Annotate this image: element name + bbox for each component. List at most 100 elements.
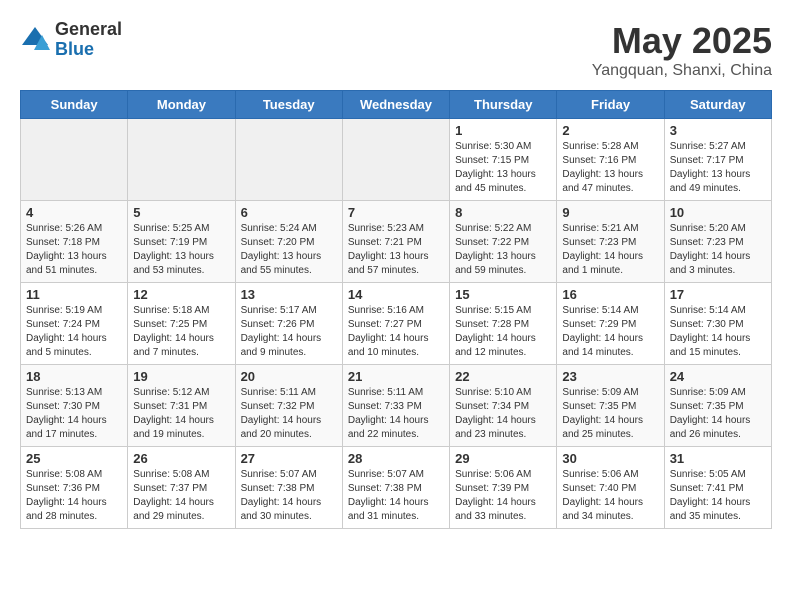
day-number: 9 [562, 205, 658, 220]
day-cell: 17Sunrise: 5:14 AMSunset: 7:30 PMDayligh… [664, 283, 771, 365]
day-number: 24 [670, 369, 766, 384]
day-info: Sunrise: 5:05 AMSunset: 7:41 PMDaylight:… [670, 468, 766, 524]
day-cell [21, 119, 128, 201]
day-cell: 19Sunrise: 5:12 AMSunset: 7:31 PMDayligh… [128, 365, 235, 447]
day-number: 29 [455, 451, 551, 466]
day-info: Sunrise: 5:24 AMSunset: 7:20 PMDaylight:… [241, 222, 337, 278]
day-info: Sunrise: 5:25 AMSunset: 7:19 PMDaylight:… [133, 222, 229, 278]
weekday-header-sunday: Sunday [21, 91, 128, 119]
weekday-header-tuesday: Tuesday [235, 91, 342, 119]
day-cell: 24 Sunrise: 5:09 AMSunset: 7:35 PMDayligh… [664, 365, 771, 447]
month-title: May 2025 [592, 20, 772, 62]
day-cell: 6 Sunrise: 5:24 AMSunset: 7:20 PMDaylight… [235, 201, 342, 283]
day-number: 22 [455, 369, 551, 384]
day-number: 31 [670, 451, 766, 466]
day-cell: 16Sunrise: 5:14 AMSunset: 7:29 PMDayligh… [557, 283, 664, 365]
location: Yangquan, Shanxi, China [592, 62, 772, 80]
day-number: 18 [26, 369, 122, 384]
day-cell: 13 Sunrise: 5:17 AMSunset: 7:26 PMDayligh… [235, 283, 342, 365]
day-number: 11 [26, 287, 122, 302]
day-info: Sunrise: 5:09 AMSunset: 7:35 PMDaylight:… [670, 386, 766, 442]
day-info: Sunrise: 5:18 AMSunset: 7:25 PMDaylight:… [133, 304, 229, 360]
day-cell: 31 Sunrise: 5:05 AMSunset: 7:41 PMDayligh… [664, 447, 771, 529]
day-number: 23 [562, 369, 658, 384]
week-row-4: 18 Sunrise: 5:13 AMSunset: 7:30 PMDayligh… [21, 365, 772, 447]
day-number: 20 [241, 369, 337, 384]
day-cell: 29Sunrise: 5:06 AMSunset: 7:39 PMDayligh… [450, 447, 557, 529]
day-number: 5 [133, 205, 229, 220]
day-cell: 26 Sunrise: 5:08 AMSunset: 7:37 PMDayligh… [128, 447, 235, 529]
day-cell: 9Sunrise: 5:21 AMSunset: 7:23 PMDaylight… [557, 201, 664, 283]
day-cell: 23 Sunrise: 5:09 AMSunset: 7:35 PMDayligh… [557, 365, 664, 447]
day-number: 19 [133, 369, 229, 384]
day-info: Sunrise: 5:14 AMSunset: 7:30 PMDaylight:… [670, 304, 766, 360]
day-cell: 15 Sunrise: 5:15 AMSunset: 7:28 PMDayligh… [450, 283, 557, 365]
day-number: 8 [455, 205, 551, 220]
day-number: 2 [562, 123, 658, 138]
day-cell: 22 Sunrise: 5:10 AMSunset: 7:34 PMDayligh… [450, 365, 557, 447]
day-cell [235, 119, 342, 201]
day-number: 14 [348, 287, 444, 302]
logo-general: General [55, 20, 122, 40]
logo-blue: Blue [55, 40, 122, 60]
week-row-3: 11 Sunrise: 5:19 AMSunset: 7:24 PMDayligh… [21, 283, 772, 365]
day-cell: 20 Sunrise: 5:11 AMSunset: 7:32 PMDayligh… [235, 365, 342, 447]
day-cell: 3Sunrise: 5:27 AMSunset: 7:17 PMDaylight… [664, 119, 771, 201]
day-number: 25 [26, 451, 122, 466]
day-info: Sunrise: 5:09 AMSunset: 7:35 PMDaylight:… [562, 386, 658, 442]
day-info: Sunrise: 5:15 AMSunset: 7:28 PMDaylight:… [455, 304, 551, 360]
weekday-header-row: SundayMondayTuesdayWednesdayThursdayFrid… [21, 91, 772, 119]
weekday-header-wednesday: Wednesday [342, 91, 449, 119]
weekday-header-thursday: Thursday [450, 91, 557, 119]
day-info: Sunrise: 5:13 AMSunset: 7:30 PMDaylight:… [26, 386, 122, 442]
day-number: 26 [133, 451, 229, 466]
day-number: 21 [348, 369, 444, 384]
day-cell: 11 Sunrise: 5:19 AMSunset: 7:24 PMDayligh… [21, 283, 128, 365]
day-cell: 5 Sunrise: 5:25 AMSunset: 7:19 PMDaylight… [128, 201, 235, 283]
day-info: Sunrise: 5:23 AMSunset: 7:21 PMDaylight:… [348, 222, 444, 278]
week-row-2: 4 Sunrise: 5:26 AMSunset: 7:18 PMDaylight… [21, 201, 772, 283]
day-cell: 10 Sunrise: 5:20 AMSunset: 7:23 PMDayligh… [664, 201, 771, 283]
logo-text: General Blue [55, 20, 122, 60]
day-info: Sunrise: 5:22 AMSunset: 7:22 PMDaylight:… [455, 222, 551, 278]
day-info: Sunrise: 5:19 AMSunset: 7:24 PMDaylight:… [26, 304, 122, 360]
day-info: Sunrise: 5:17 AMSunset: 7:26 PMDaylight:… [241, 304, 337, 360]
day-number: 1 [455, 123, 551, 138]
day-info: Sunrise: 5:14 AMSunset: 7:29 PMDaylight:… [562, 304, 658, 360]
day-number: 12 [133, 287, 229, 302]
day-info: Sunrise: 5:26 AMSunset: 7:18 PMDaylight:… [26, 222, 122, 278]
day-info: Sunrise: 5:20 AMSunset: 7:23 PMDaylight:… [670, 222, 766, 278]
day-info: Sunrise: 5:11 AMSunset: 7:33 PMDaylight:… [348, 386, 444, 442]
day-info: Sunrise: 5:30 AMSunset: 7:15 PMDaylight:… [455, 140, 551, 196]
day-number: 6 [241, 205, 337, 220]
day-number: 10 [670, 205, 766, 220]
day-cell: 21 Sunrise: 5:11 AMSunset: 7:33 PMDayligh… [342, 365, 449, 447]
day-number: 15 [455, 287, 551, 302]
day-info: Sunrise: 5:11 AMSunset: 7:32 PMDaylight:… [241, 386, 337, 442]
day-cell: 7 Sunrise: 5:23 AMSunset: 7:21 PMDaylight… [342, 201, 449, 283]
day-number: 7 [348, 205, 444, 220]
week-row-5: 25 Sunrise: 5:08 AMSunset: 7:36 PMDayligh… [21, 447, 772, 529]
calendar: SundayMondayTuesdayWednesdayThursdayFrid… [20, 90, 772, 529]
day-number: 28 [348, 451, 444, 466]
day-cell: 14 Sunrise: 5:16 AMSunset: 7:27 PMDayligh… [342, 283, 449, 365]
day-number: 4 [26, 205, 122, 220]
day-cell: 2Sunrise: 5:28 AMSunset: 7:16 PMDaylight… [557, 119, 664, 201]
day-info: Sunrise: 5:16 AMSunset: 7:27 PMDaylight:… [348, 304, 444, 360]
day-info: Sunrise: 5:08 AMSunset: 7:36 PMDaylight:… [26, 468, 122, 524]
day-cell: 12 Sunrise: 5:18 AMSunset: 7:25 PMDayligh… [128, 283, 235, 365]
weekday-header-friday: Friday [557, 91, 664, 119]
page-header: General Blue May 2025 Yangquan, Shanxi, … [20, 20, 772, 80]
logo-icon [20, 25, 50, 55]
day-cell: 18 Sunrise: 5:13 AMSunset: 7:30 PMDayligh… [21, 365, 128, 447]
day-cell: 1 Sunrise: 5:30 AMSunset: 7:15 PMDaylight… [450, 119, 557, 201]
day-cell: 25 Sunrise: 5:08 AMSunset: 7:36 PMDayligh… [21, 447, 128, 529]
day-number: 13 [241, 287, 337, 302]
title-section: May 2025 Yangquan, Shanxi, China [592, 20, 772, 80]
day-info: Sunrise: 5:10 AMSunset: 7:34 PMDaylight:… [455, 386, 551, 442]
week-row-1: 1 Sunrise: 5:30 AMSunset: 7:15 PMDaylight… [21, 119, 772, 201]
day-cell: 27Sunrise: 5:07 AMSunset: 7:38 PMDayligh… [235, 447, 342, 529]
day-info: Sunrise: 5:08 AMSunset: 7:37 PMDaylight:… [133, 468, 229, 524]
logo: General Blue [20, 20, 122, 60]
weekday-header-saturday: Saturday [664, 91, 771, 119]
